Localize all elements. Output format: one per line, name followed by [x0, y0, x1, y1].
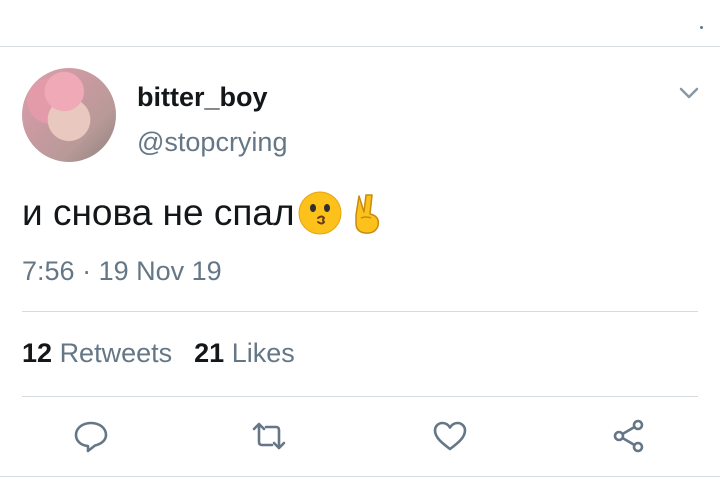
likes-count: 21 [194, 338, 225, 368]
tweet-stats: 12 Retweets 21 Likes [22, 338, 295, 369]
likes-stat[interactable]: 21 Likes [194, 338, 295, 369]
bottom-divider [0, 476, 720, 477]
retweets-count: 12 [22, 338, 53, 368]
like-icon[interactable] [432, 418, 468, 454]
tweet-date: 19 Nov 19 [98, 256, 222, 286]
status-dot [700, 26, 703, 29]
reply-icon[interactable] [73, 418, 109, 454]
display-name[interactable]: bitter_boy [137, 82, 268, 113]
tweet-text-row: и снова не спал [22, 190, 391, 236]
retweets-stat[interactable]: 12 Retweets [22, 338, 172, 369]
top-divider [0, 46, 720, 47]
chevron-down-icon[interactable] [677, 84, 701, 102]
stats-top-divider [22, 311, 698, 312]
tweet-text: и снова не спал [22, 192, 295, 233]
likes-label: Likes [231, 338, 295, 368]
avatar[interactable] [22, 68, 116, 162]
retweet-icon[interactable] [251, 418, 287, 454]
victory-hand-emoji [354, 194, 379, 234]
retweets-label: Retweets [59, 338, 173, 368]
user-handle[interactable]: @stopcrying [137, 127, 287, 158]
meta-separator: · [82, 256, 92, 286]
share-icon[interactable] [611, 418, 647, 454]
stats-bottom-divider [22, 396, 698, 397]
tweet-time: 7:56 [22, 256, 75, 286]
tweet-timestamp[interactable]: 7:56 · 19 Nov 19 [22, 256, 222, 287]
kissing-face-emoji [298, 191, 342, 235]
